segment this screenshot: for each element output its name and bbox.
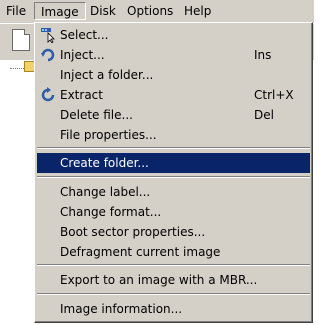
menu-item-shortcut: Del bbox=[254, 108, 274, 122]
menu-file[interactable]: File bbox=[0, 2, 32, 20]
menu-item-label: Create folder... bbox=[60, 156, 149, 170]
menu-item-change-label[interactable]: Change label... bbox=[37, 182, 310, 202]
menu-disk[interactable]: Disk bbox=[84, 2, 122, 20]
select-icon bbox=[41, 28, 55, 43]
menu-item-export-mbr[interactable]: Export to an image with a MBR... bbox=[37, 270, 310, 290]
menu-item-label: Change format... bbox=[60, 205, 162, 219]
menu-item-label: Inject... bbox=[60, 48, 105, 62]
menu-item-shortcut: Ins bbox=[254, 48, 272, 62]
menu-item-label: Extract bbox=[60, 88, 103, 102]
image-menu-dropdown: Select... Inject... Ins Inject a folder.… bbox=[34, 22, 313, 323]
menu-item-shortcut: Ctrl+X bbox=[254, 88, 294, 102]
menu-item-label: File properties... bbox=[60, 128, 157, 142]
menu-separator bbox=[37, 293, 310, 295]
menu-item-select[interactable]: Select... bbox=[37, 25, 310, 45]
menu-separator bbox=[37, 264, 310, 266]
menu-item-label: Boot sector properties... bbox=[60, 225, 206, 239]
menu-item-label: Inject a folder... bbox=[60, 68, 154, 82]
menu-item-inject[interactable]: Inject... Ins bbox=[37, 45, 310, 65]
menu-separator bbox=[37, 147, 310, 149]
menu-item-delete-file[interactable]: Delete file... Del bbox=[37, 105, 310, 125]
menu-item-file-properties[interactable]: File properties... bbox=[37, 125, 310, 145]
menu-separator bbox=[37, 176, 310, 178]
menu-item-inject-folder[interactable]: Inject a folder... bbox=[37, 65, 310, 85]
menu-item-defragment[interactable]: Defragment current image bbox=[37, 242, 310, 262]
menu-item-extract[interactable]: Extract Ctrl+X bbox=[37, 85, 310, 105]
menu-bar: File Image Disk Options Help bbox=[0, 0, 314, 24]
menu-item-boot-sector-properties[interactable]: Boot sector properties... bbox=[37, 222, 310, 242]
menu-item-change-format[interactable]: Change format... bbox=[37, 202, 310, 222]
menu-help[interactable]: Help bbox=[178, 2, 217, 20]
menu-item-label: Change label... bbox=[60, 185, 151, 199]
menu-item-create-folder[interactable]: Create folder... bbox=[37, 153, 310, 173]
menu-item-image-information[interactable]: Image information... bbox=[37, 299, 310, 319]
menu-item-label: Defragment current image bbox=[60, 245, 221, 259]
menu-options[interactable]: Options bbox=[121, 2, 179, 20]
menu-item-label: Export to an image with a MBR... bbox=[60, 273, 258, 287]
new-document-icon[interactable] bbox=[12, 29, 30, 51]
extract-icon bbox=[41, 87, 55, 102]
menu-item-label: Delete file... bbox=[60, 108, 133, 122]
menu-item-label: Select... bbox=[60, 28, 109, 42]
inject-icon bbox=[41, 48, 55, 62]
menu-item-label: Image information... bbox=[60, 302, 183, 316]
menu-image[interactable]: Image bbox=[34, 2, 86, 20]
tree-connector bbox=[10, 68, 24, 69]
